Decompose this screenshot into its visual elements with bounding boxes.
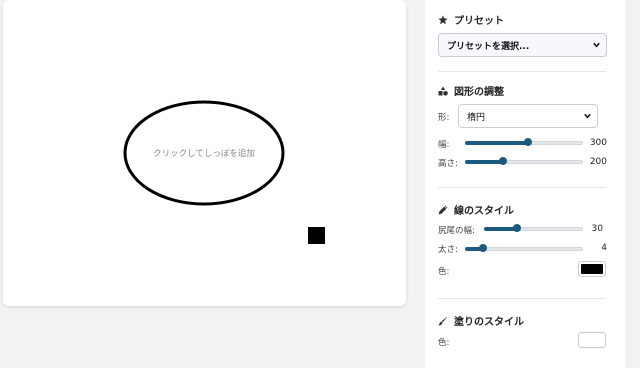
line-title: 線のスタイル [454, 206, 514, 217]
width-value: 300 [589, 138, 607, 148]
line-color-label: 色: [438, 267, 450, 277]
tail-width-slider-thumb[interactable] [512, 224, 521, 232]
shape-title: 図形の調整 [454, 87, 504, 98]
shape-label: 形: [438, 113, 450, 123]
preset-select[interactable]: プリセットを選択... [438, 33, 607, 57]
thickness-value: 4 [601, 243, 607, 253]
fill-color-picker[interactable] [578, 332, 606, 348]
tail-width-label: 尻尾の幅: [438, 226, 475, 236]
canvas-svg[interactable]: クリックしてしっぽを追加 [3, 0, 406, 306]
line-section-title: 線のスタイル [438, 202, 514, 217]
drawing-canvas[interactable]: クリックしてしっぽを追加 [3, 0, 406, 306]
presets-section-title: プリセット [438, 12, 504, 27]
divider [438, 298, 606, 299]
shape-select-value: 楕円 [467, 112, 486, 123]
height-label: 高さ: [438, 159, 458, 169]
divider [438, 71, 606, 72]
pen-icon [438, 205, 448, 215]
thickness-label: 太さ: [438, 245, 458, 255]
width-label: 幅: [438, 140, 450, 150]
shapes-icon [438, 86, 448, 96]
preset-select-value: プリセットを選択... [447, 41, 530, 52]
fill-title: 塗りのスタイル [454, 317, 524, 328]
presets-title: プリセット [454, 16, 504, 27]
tail-width-slider[interactable] [484, 223, 583, 233]
height-slider[interactable] [465, 156, 583, 166]
tail-width-value: 30 [591, 224, 603, 234]
width-slider[interactable] [465, 137, 583, 147]
chevron-down-icon [584, 113, 591, 119]
settings-sidebar: プリセット プリセットを選択... 図形の調整 形: 楕円 幅: 300 高さ: [425, 0, 625, 368]
divider [438, 187, 606, 188]
shape-select[interactable]: 楕円 [458, 104, 598, 128]
shape-section-title: 図形の調整 [438, 83, 504, 98]
height-slider-thumb[interactable] [498, 157, 507, 165]
fill-section-title: 塗りのスタイル [438, 313, 524, 328]
line-color-swatch [581, 264, 603, 274]
star-icon [438, 14, 448, 25]
thickness-slider-thumb[interactable] [478, 244, 487, 252]
brush-icon [438, 316, 448, 326]
line-color-picker[interactable] [578, 261, 606, 277]
fill-color-swatch [581, 335, 603, 345]
chevron-down-icon [593, 42, 600, 48]
tail-handle[interactable] [308, 227, 325, 244]
width-slider-thumb[interactable] [523, 138, 532, 146]
fill-color-label: 色: [438, 338, 450, 348]
bubble-hint-text: クリックしてしっぽを追加 [153, 148, 255, 159]
height-value: 200 [589, 157, 607, 167]
thickness-slider[interactable] [465, 243, 583, 253]
